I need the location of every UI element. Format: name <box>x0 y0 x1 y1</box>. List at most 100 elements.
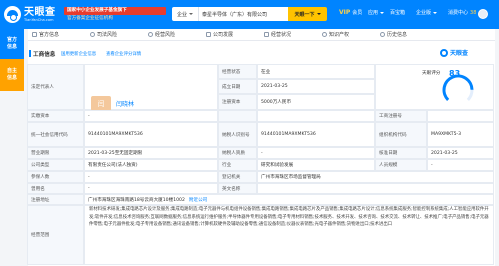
chart-icon <box>206 32 211 37</box>
clock-icon <box>380 32 385 37</box>
section-title: 工商信息 <box>28 50 56 58</box>
value-biz-term: 2021-03-25至无固定期限 <box>84 147 218 159</box>
label-reg-authority: 登记机关 <box>218 171 257 183</box>
tab-bar: 官方信息 司法风险 经营风险 公司发展 经营状况 知识产权 历史信息 <box>28 29 495 41</box>
label-company-type: 公司类型 <box>27 159 84 171</box>
label-biz-term: 营业期限 <box>27 147 84 159</box>
value-paid-cap: - <box>84 110 218 122</box>
label-former-name: 曾用名 <box>27 183 84 194</box>
label-address: 注册地址 <box>27 194 84 205</box>
label-english-name: 英文名称 <box>218 183 257 194</box>
gavel-icon <box>90 32 95 37</box>
left-sidebar: 官方信息 自主信息 <box>0 29 24 266</box>
sidebar-item-self[interactable]: 自主信息 <box>0 59 24 91</box>
eye-logo-icon <box>4 6 21 23</box>
label-taxpayer-id: 纳税人识别号 <box>218 122 257 147</box>
chevron-down-icon <box>189 13 193 15</box>
tab-label: 经营风险 <box>155 32 176 38</box>
tab-official[interactable]: 官方信息 <box>28 31 86 38</box>
search-input[interactable] <box>199 7 288 21</box>
label-empty-a <box>218 110 257 122</box>
search-type-select[interactable]: 企业 <box>172 7 199 21</box>
label-approval: 核准日期 <box>375 147 427 159</box>
label-credit-code: 统一社会信用代码 <box>27 122 84 147</box>
nav-messages-label: 消费中心 <box>448 10 469 16</box>
nav-enterprise[interactable]: 企业版 <box>416 9 438 16</box>
value-taxpayer-id: 91440101MA9XMKT536 <box>257 122 375 147</box>
tab-ip[interactable]: 知识产权 <box>318 31 376 38</box>
search-button[interactable]: 天眼一下 <box>288 7 327 21</box>
eye-logo-icon <box>440 48 448 57</box>
label-paid-cap: 实缴资本 <box>27 110 84 122</box>
tab-business-risk[interactable]: 经营风险 <box>144 31 202 38</box>
nav-vip[interactable]: VIP 会员 <box>339 9 362 16</box>
value-credit-code: 91440101MA9XMKT536 <box>84 122 218 147</box>
warning-icon <box>148 32 153 37</box>
chevron-down-icon <box>380 11 385 14</box>
main-panel: 官方信息 司法风险 经营风险 公司发展 经营状况 知识产权 历史信息 工商信息 … <box>27 29 495 266</box>
value-industry: 研究和试验发展 <box>257 159 375 171</box>
label-scope: 经营范围 <box>27 205 84 265</box>
nav-toolbox-label: 百宝箱 <box>390 10 406 16</box>
value-company-type: 有限责任公司(法人独资) <box>84 159 218 171</box>
label-industry: 行业 <box>218 159 257 171</box>
tab-history[interactable]: 历史信息 <box>376 31 434 38</box>
label-est-date: 成立日期 <box>218 79 257 94</box>
value-insured: - <box>84 171 218 183</box>
tab-label: 官方信息 <box>39 32 60 38</box>
nav-messages[interactable]: 消费中心 38 <box>448 9 476 17</box>
logo-text: 天眼查 <box>24 6 56 18</box>
gov-badge-line2: 官方备案企业征信机构 <box>67 15 113 21</box>
tianyancha-logo[interactable]: 天眼查 TianYanCha.com <box>4 5 56 24</box>
label-insured: 参保人数 <box>27 171 84 183</box>
logo-domain: TianYanCha.com <box>24 17 54 22</box>
score-detail-link[interactable]: 查看企业评分详情 <box>106 51 141 57</box>
search-button-label: 天眼一下 <box>294 11 315 18</box>
tab-label: 历史信息 <box>387 32 408 38</box>
nav-enterprise-label: 企业版 <box>416 10 432 16</box>
label-reg-cap: 注册资本 <box>218 94 257 110</box>
brand-text: 天眼查 <box>450 50 469 57</box>
bulb-icon <box>322 32 327 37</box>
label-taxpayer-q: 纳税人资质 <box>218 147 257 159</box>
sidebar-item-official[interactable]: 官方信息 <box>0 29 24 59</box>
label-biz-no: 工商注册号 <box>375 110 427 122</box>
value-scope: 新材料技术研发;集成电路芯片设计及服务;集成电路制造;电子元器件与机电组件设备销… <box>89 207 489 228</box>
tab-development[interactable]: 公司发展 <box>202 31 260 38</box>
label-status: 经营状态 <box>218 64 257 79</box>
label-staff: 人员规模 <box>375 159 427 171</box>
building-icon <box>32 32 37 37</box>
update-info-link[interactable]: 国用更新企业信息 <box>61 51 96 57</box>
legal-rep-name[interactable]: 闫晓林 <box>116 99 134 108</box>
avatar <box>478 9 488 19</box>
nearby-company-link[interactable]: 附近公司 <box>189 197 207 203</box>
nav-toolbox[interactable]: 百宝箱 <box>390 9 405 16</box>
nav-member: 会员 <box>352 10 363 16</box>
tab-label: 经营状况 <box>271 32 292 38</box>
vip-badge: VIP <box>339 9 351 16</box>
search-type-label: 企业 <box>176 11 187 18</box>
tab-legal-risk[interactable]: 司法风险 <box>86 31 144 38</box>
top-header: 天眼查 TianYanCha.com 国家中小企业发展子基金旗下 官方备案企业征… <box>0 0 499 29</box>
tab-label: 司法风险 <box>97 32 118 38</box>
nav-user[interactable] <box>478 9 488 19</box>
value-status: 在业 <box>257 64 375 79</box>
tab-label: 知识产权 <box>329 32 350 38</box>
label-legal-rep: 法定代表人 <box>27 64 84 110</box>
nav-apps-label: 应用 <box>368 10 379 16</box>
tab-operations[interactable]: 经营状况 <box>260 31 318 38</box>
value-empty-a <box>257 110 375 122</box>
sidebar-item-label: 官方信息 <box>6 37 17 50</box>
nav-apps[interactable]: 应用 <box>368 9 385 16</box>
legal-rep-avatar[interactable]: 闫 <box>91 96 111 111</box>
value-former-name: - <box>84 183 218 194</box>
score-widget[interactable]: 天眼评分 83 <box>414 66 490 110</box>
value-approval: 2021-03-25 <box>427 147 494 159</box>
gov-badge-line1: 国家中小企业发展子基金旗下 <box>64 6 166 15</box>
chevron-down-icon <box>433 11 438 14</box>
sidebar-item-label: 自主信息 <box>6 68 17 81</box>
value-taxpayer-q: - <box>257 147 375 159</box>
value-address-cell: 广州市海珠区海珠南路18号云商大厦10楼1002 附近公司 <box>84 194 494 205</box>
value-address: 广州市海珠区海珠南路18号云商大厦10楼1002 <box>88 197 185 203</box>
score-gauge <box>442 74 474 101</box>
